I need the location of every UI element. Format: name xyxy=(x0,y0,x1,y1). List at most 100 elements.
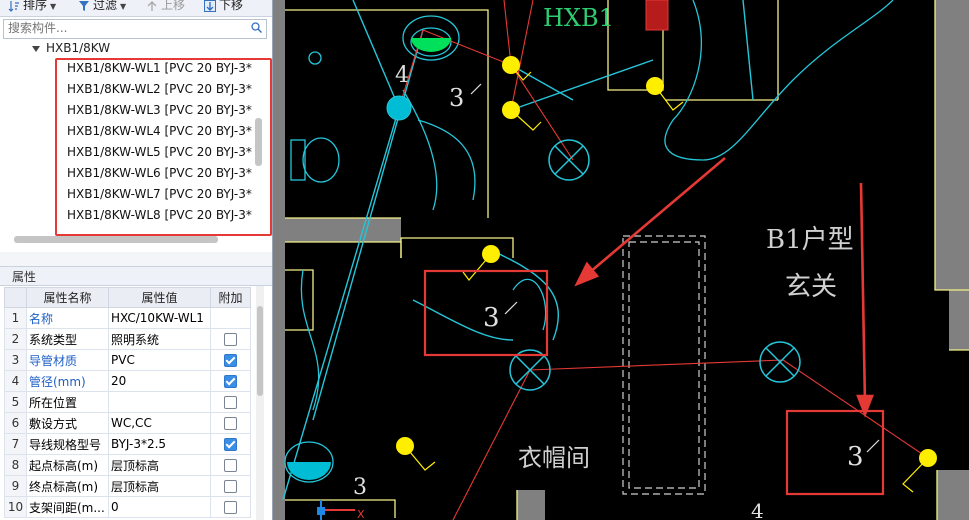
row-number: 1 xyxy=(4,307,27,329)
property-value[interactable]: 层顶标高 xyxy=(108,475,211,497)
search-box xyxy=(3,19,267,39)
property-value[interactable]: BYJ-3*2.5 xyxy=(108,433,211,455)
ceiling-lamps xyxy=(509,139,801,391)
tree-vertical-scrollbar[interactable] xyxy=(255,118,262,166)
yellow-switches xyxy=(396,56,937,467)
extra-cell xyxy=(210,349,251,371)
cyan-lamp xyxy=(386,95,412,121)
property-row[interactable]: 5 所在位置 xyxy=(4,391,251,413)
sort-label: 排序 xyxy=(23,0,48,12)
extra-cell xyxy=(210,412,251,434)
search-input[interactable] xyxy=(4,20,248,36)
property-value[interactable]: 层顶标高 xyxy=(108,454,211,476)
ucs-axis-icon: X xyxy=(317,500,365,520)
property-name: 导线规格型号 xyxy=(26,433,109,455)
sort-dropdown-icon: ▼ xyxy=(50,2,57,11)
column-header-extra[interactable]: 附加 xyxy=(210,287,251,308)
property-name: 终点标高(m) xyxy=(26,475,109,497)
property-value[interactable] xyxy=(108,391,211,413)
checkbox-unchecked[interactable] xyxy=(224,480,237,493)
left-panel: 排序▼ 过滤▼ 上移 下移 HXB1/8KW HXB1/8KW-WL1 [PVC… xyxy=(0,0,273,520)
property-value[interactable]: 0 xyxy=(108,496,211,518)
checkbox-checked[interactable] xyxy=(224,375,237,388)
properties-panel-title: 属性 xyxy=(0,266,272,286)
checkbox-checked[interactable] xyxy=(224,438,237,451)
property-value[interactable]: HXC/10KW-WL1 xyxy=(108,307,211,329)
row-number: 4 xyxy=(4,370,27,392)
tree-root-node[interactable]: HXB1/8KW xyxy=(32,39,110,57)
property-name: 支架间距(m... xyxy=(26,496,109,518)
extra-cell xyxy=(210,370,251,392)
property-name: 系统类型 xyxy=(26,328,109,350)
number-ticks xyxy=(470,83,880,453)
property-row[interactable]: 7 导线规格型号 BYJ-3*2.5 xyxy=(4,433,251,455)
properties-scroll-thumb[interactable] xyxy=(257,306,263,396)
column-header-name[interactable]: 属性名称 xyxy=(26,287,109,308)
property-row[interactable]: 6 敷设方式 WC,CC xyxy=(4,412,251,434)
row-number: 10 xyxy=(4,496,27,518)
checkbox-unchecked[interactable] xyxy=(224,396,237,409)
filter-button[interactable]: 过滤 ▼ xyxy=(78,0,126,13)
checkbox-unchecked[interactable] xyxy=(224,459,237,472)
panel-label: HXB1 xyxy=(543,4,614,32)
hatched-box xyxy=(645,0,669,31)
sort-icon xyxy=(8,0,19,12)
arrow-up-icon xyxy=(147,0,157,11)
cad-canvas[interactable]: HXB1 B1户型 玄关 衣帽间 3 4 3 3 4 3 X xyxy=(273,0,969,520)
property-value[interactable]: PVC xyxy=(108,349,211,371)
fixture-number: 4 xyxy=(395,63,409,88)
property-value[interactable]: WC,CC xyxy=(108,412,211,434)
property-name: 名称 xyxy=(26,307,109,329)
property-name: 所在位置 xyxy=(26,391,109,413)
tree-horizontal-scrollbar[interactable] xyxy=(14,236,218,243)
checkbox-unchecked[interactable] xyxy=(224,417,237,430)
gray-walls xyxy=(273,0,969,520)
tree-root-label: HXB1/8KW xyxy=(46,41,111,55)
property-row[interactable]: 10 支架间距(m... 0 xyxy=(4,496,251,518)
row-number: 8 xyxy=(4,454,27,476)
checkbox-checked[interactable] xyxy=(224,354,237,367)
row-number: 5 xyxy=(4,391,27,413)
filter-icon xyxy=(79,0,89,11)
property-row[interactable]: 9 终点标高(m) 层顶标高 xyxy=(4,475,251,497)
checkbox-unchecked[interactable] xyxy=(224,501,237,514)
arrow-down-icon xyxy=(204,0,216,12)
move-down-label: 下移 xyxy=(219,0,244,12)
column-header-value[interactable]: 属性值 xyxy=(108,287,211,308)
row-number: 7 xyxy=(4,433,27,455)
row-number: 9 xyxy=(4,475,27,497)
wall-lines xyxy=(285,0,969,520)
property-row[interactable]: 2 系统类型 照明系统 xyxy=(4,328,251,350)
property-name: 导管材质 xyxy=(26,349,109,371)
expand-triangle-icon[interactable] xyxy=(32,45,40,52)
panel-splitter[interactable] xyxy=(0,252,272,266)
move-down-button[interactable]: 下移 xyxy=(204,0,243,13)
extra-cell xyxy=(210,307,251,329)
room-entrance-label: 玄关 xyxy=(785,272,837,302)
property-row[interactable]: 1 名称 HXC/10KW-WL1 xyxy=(4,307,251,329)
row-number: 6 xyxy=(4,412,27,434)
fixture-number: 4 xyxy=(751,499,764,520)
extra-cell xyxy=(210,454,251,476)
property-row[interactable]: 3 导管材质 PVC xyxy=(4,349,251,371)
move-up-button[interactable]: 上移 xyxy=(146,0,185,13)
fixture-number: 3 xyxy=(847,442,864,472)
extra-cell xyxy=(210,328,251,350)
property-value[interactable]: 照明系统 xyxy=(108,328,211,350)
extra-cell xyxy=(210,391,251,413)
floor-plan-drawing[interactable]: HXB1 B1户型 玄关 衣帽间 3 4 3 3 4 3 X xyxy=(273,0,969,520)
search-icon[interactable] xyxy=(251,22,262,33)
switch-leads xyxy=(404,64,929,493)
property-value[interactable]: 20 xyxy=(108,370,211,392)
checkbox-unchecked[interactable] xyxy=(224,333,237,346)
tree-toolbar: 排序 ▼ 过滤 ▼ 上移 下移 xyxy=(0,0,272,17)
property-row[interactable]: 4 管径(mm) 20 xyxy=(4,370,251,392)
property-row[interactable]: 8 起点标高(m) 层顶标高 xyxy=(4,454,251,476)
sort-button[interactable]: 排序 ▼ xyxy=(8,0,56,13)
properties-scrollbar[interactable] xyxy=(256,286,264,520)
extra-cell xyxy=(210,433,251,455)
properties-header-row: 属性名称 属性值 附加 xyxy=(4,287,251,308)
room-closet-label: 衣帽间 xyxy=(518,444,590,472)
move-up-label: 上移 xyxy=(161,0,186,12)
corner-cell xyxy=(4,287,27,308)
